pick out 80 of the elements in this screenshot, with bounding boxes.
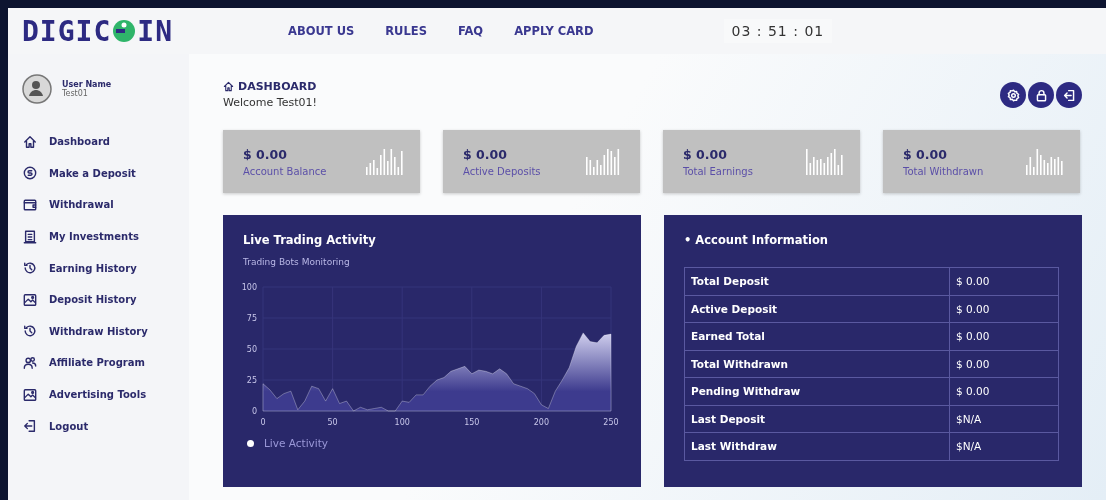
table-cell: Total Withdrawn [684, 350, 950, 378]
stat-value: $ 0.00 [243, 146, 288, 162]
table-cell: $N/A [949, 432, 1059, 460]
sparkline-drawing [366, 148, 404, 175]
axis-tick-label: 25 [246, 376, 257, 385]
users-icon [23, 355, 37, 370]
stat-label: Total Withdrawn [903, 165, 984, 177]
table-cell: Last Deposit [684, 405, 950, 433]
table-cell: $ 0.00 [949, 350, 1059, 378]
logo-text: IN [137, 14, 173, 48]
action-button[interactable] [1000, 82, 1026, 108]
axis-tick-label: 50 [246, 345, 257, 354]
panel-title: Live Trading Activity [243, 233, 377, 247]
stat-value: $ 0.00 [903, 146, 948, 162]
legend-label: Live Activity [264, 437, 329, 449]
lock-icon [1034, 88, 1048, 102]
axis-tick-label: 75 [246, 314, 257, 323]
axis-tick-label: 100 [241, 283, 257, 292]
axis-tick-label: 150 [464, 418, 480, 427]
nav-link[interactable]: FAQ [457, 24, 484, 38]
stat-value: $ 0.00 [683, 146, 728, 162]
history-icon [23, 261, 37, 276]
welcome-text: Welcome Test01! [223, 96, 317, 109]
sidebar-item[interactable]: Logout [18, 410, 179, 442]
table-cell: $ 0.00 [949, 295, 1059, 323]
sidebar-item[interactable]: Advertising Tools [18, 378, 179, 411]
axis-tick-label: 50 [327, 418, 338, 427]
action-button[interactable] [1028, 82, 1054, 108]
user-label: User Name [62, 80, 112, 89]
nav-link[interactable]: APPLY CARD [514, 24, 594, 38]
table-cell: Last Withdraw [684, 432, 950, 460]
table-cell: $ 0.00 [949, 322, 1059, 350]
stat-label: Account Balance [243, 165, 327, 177]
logout-icon [1062, 88, 1076, 102]
axis-tick-label: 200 [533, 418, 550, 427]
home-icon [223, 81, 234, 92]
document-icon [23, 229, 37, 244]
nav-link[interactable]: ABOUT US [288, 24, 355, 38]
table-cell: Total Deposit [684, 267, 950, 295]
axis-tick-label: 100 [394, 418, 410, 427]
action-button[interactable] [1056, 82, 1082, 108]
nav-link[interactable]: RULES [385, 24, 427, 38]
axis-tick-label: 0 [251, 407, 257, 416]
sidebar-item[interactable]: Dashboard [18, 126, 179, 158]
table-cell: Earned Total [684, 322, 950, 350]
sidebar-item[interactable]: Affiliate Program [18, 347, 179, 379]
stat-label: Total Earnings [683, 165, 753, 177]
legend-dot [247, 439, 254, 447]
settings-icon [1006, 88, 1020, 102]
axis-tick-label: 250 [603, 418, 619, 427]
sidebar-item[interactable]: Earning History [18, 252, 179, 284]
panel-subtitle: Trading Bots Monitoring [243, 257, 351, 267]
breadcrumb: DASHBOARD [238, 80, 317, 93]
panel-title: • Account Information [684, 233, 829, 247]
wallet-icon [23, 198, 37, 212]
coin-icon [112, 19, 137, 43]
avatar-icon [22, 74, 52, 104]
logo-text: DIGIC [22, 14, 112, 48]
stat-value: $ 0.00 [463, 146, 508, 162]
table-cell: $ 0.00 [949, 267, 1059, 295]
sparkline-drawing [806, 148, 844, 175]
sidebar-item[interactable]: Deposit History [18, 283, 179, 316]
stat-label: Active Deposits [463, 165, 541, 177]
sidebar-item[interactable]: Make a Deposit [18, 157, 179, 190]
table-cell: Pending Withdraw [684, 377, 950, 405]
sidebar-item[interactable]: Withdrawal [18, 189, 179, 221]
axis-tick-label: 0 [260, 418, 266, 427]
table-cell: $N/A [949, 405, 1059, 433]
table-cell: $ 0.00 [949, 377, 1059, 405]
history-icon [23, 324, 37, 339]
image-icon [23, 292, 37, 307]
dollar-icon [23, 166, 37, 181]
image-icon [23, 387, 37, 402]
sparkline-drawing [1026, 148, 1064, 175]
sidebar-item[interactable]: My Investments [18, 220, 179, 253]
table-cell: Active Deposit [684, 295, 950, 323]
logout-icon [23, 419, 37, 434]
home-icon [23, 134, 37, 149]
username: Test01 [62, 89, 89, 98]
sidebar-item[interactable]: Withdraw History [18, 315, 179, 348]
